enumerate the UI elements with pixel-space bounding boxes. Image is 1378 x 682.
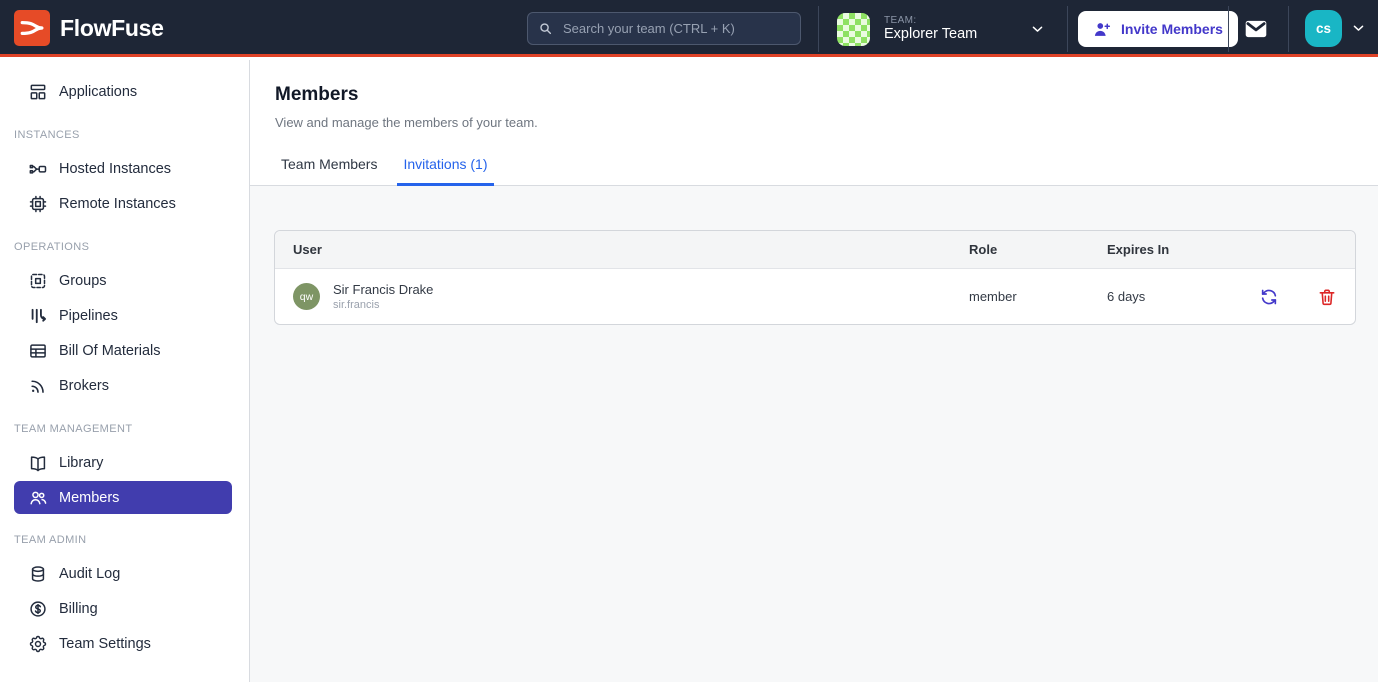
navbar-divider <box>818 6 819 52</box>
user-add-icon <box>1093 20 1112 39</box>
sidebar-item-brokers[interactable]: Brokers <box>0 368 249 403</box>
brand-name: FlowFuse <box>60 15 164 42</box>
sidebar-item-applications[interactable]: Applications <box>0 74 249 109</box>
sidebar-item-label: Billing <box>59 601 98 617</box>
search-box <box>527 12 801 45</box>
sidebar-item-billing[interactable]: Billing <box>0 591 249 626</box>
sidebar-item-label: Pipelines <box>59 308 118 324</box>
sidebar-item-label: Library <box>59 455 103 471</box>
row-actions <box>1259 287 1337 307</box>
user-menu[interactable]: cs <box>1305 10 1366 47</box>
tab-content: UserRoleExpires In qw Sir Francis Drake si… <box>250 186 1378 682</box>
top-navbar: FlowFuse TEAM: Explorer Team Invite Memb… <box>0 0 1378 57</box>
tab-team-members[interactable]: Team Members <box>275 147 383 186</box>
invite-expires-in: 6 days <box>1107 289 1259 304</box>
main-content: Members View and manage the members of y… <box>250 60 1378 682</box>
navbar-divider <box>1288 6 1289 52</box>
remote-instances-icon <box>28 194 48 214</box>
sidebar-item-label: Hosted Instances <box>59 161 171 177</box>
sidebar-section-label-instances: INSTANCES <box>14 129 235 141</box>
user-cell: qw Sir Francis Drake sir.francis <box>293 282 969 311</box>
member-avatar: qw <box>293 283 320 310</box>
team-label: TEAM: <box>884 15 977 27</box>
sidebar-item-pipelines[interactable]: Pipelines <box>0 298 249 333</box>
members-icon <box>28 488 48 508</box>
user-avatar: cs <box>1305 10 1342 47</box>
column-header-role: Role <box>969 242 1107 257</box>
resend-invite-button[interactable] <box>1259 287 1279 307</box>
sidebar-item-groups[interactable]: Groups <box>0 263 249 298</box>
sidebar-item-library[interactable]: Library <box>0 445 249 480</box>
chevron-down-icon <box>1030 22 1045 37</box>
sidebar-section-label-team-management: TEAM MANAGEMENT <box>14 423 235 435</box>
pipelines-icon <box>28 306 48 326</box>
sidebar-item-audit-log[interactable]: Audit Log <box>0 556 249 591</box>
sidebar: Applications INSTANCES Hosted Instances Rem… <box>0 60 250 682</box>
search-input[interactable] <box>561 20 790 37</box>
tab-invitations-1[interactable]: Invitations (1) <box>397 147 493 186</box>
bill-of-materials-icon <box>28 341 48 361</box>
invitation-row: qw Sir Francis Drake sir.francis member6 da… <box>275 269 1355 324</box>
chevron-down-icon <box>1351 21 1366 36</box>
team-avatar-icon <box>837 13 870 46</box>
notifications-button[interactable] <box>1243 16 1269 42</box>
member-role: member <box>969 289 1107 304</box>
member-username: sir.francis <box>333 299 433 311</box>
member-name: Sir Francis Drake <box>333 282 433 297</box>
sidebar-item-team-settings[interactable]: Team Settings <box>0 626 249 661</box>
sidebar-item-label: Remote Instances <box>59 196 176 212</box>
audit-log-icon <box>28 564 48 584</box>
sidebar-item-remote-instances[interactable]: Remote Instances <box>0 186 249 221</box>
applications-icon <box>28 82 48 102</box>
delete-invite-button[interactable] <box>1317 287 1337 307</box>
sidebar-section-label-team-admin: TEAM ADMIN <box>14 534 235 546</box>
brokers-icon <box>28 376 48 396</box>
sidebar-item-label: Groups <box>59 273 107 289</box>
sidebar-item-label: Applications <box>59 84 137 100</box>
delete-invite-icon <box>1317 287 1337 307</box>
invite-members-label: Invite Members <box>1121 21 1223 37</box>
team-name: Explorer Team <box>884 26 977 43</box>
groups-icon <box>28 271 48 291</box>
mail-icon <box>1243 16 1269 42</box>
hosted-instances-icon <box>28 159 48 179</box>
column-header-user: User <box>293 242 969 257</box>
flowfuse-brand[interactable]: FlowFuse <box>14 10 164 46</box>
sidebar-item-label: Team Settings <box>59 636 151 652</box>
search-icon <box>538 21 553 36</box>
sidebar-item-hosted-instances[interactable]: Hosted Instances <box>0 151 249 186</box>
billing-icon <box>28 599 48 619</box>
sidebar-section-label-operations: OPERATIONS <box>14 241 235 253</box>
sidebar-item-label: Bill Of Materials <box>59 343 161 359</box>
invite-members-button[interactable]: Invite Members <box>1078 11 1238 47</box>
team-settings-icon <box>28 634 48 654</box>
sidebar-item-label: Audit Log <box>59 566 120 582</box>
sidebar-item-members[interactable]: Members <box>14 481 232 514</box>
page-subtitle: View and manage the members of your team… <box>275 115 1354 130</box>
tab-bar: Team Members Invitations (1) <box>250 147 1378 186</box>
navbar-divider <box>1228 6 1229 52</box>
table-header-row: UserRoleExpires In <box>275 231 1355 269</box>
sidebar-item-bill-of-materials[interactable]: Bill Of Materials <box>0 333 249 368</box>
library-icon <box>28 453 48 473</box>
invitations-table: UserRoleExpires In qw Sir Francis Drake si… <box>274 230 1356 325</box>
navbar-divider <box>1067 6 1068 52</box>
column-header-expires-in: Expires In <box>1107 242 1259 257</box>
sidebar-item-label: Members <box>59 490 119 506</box>
sidebar-item-label: Brokers <box>59 378 109 394</box>
team-selector[interactable]: TEAM: Explorer Team <box>837 11 1053 47</box>
resend-invite-icon <box>1259 287 1279 307</box>
flowfuse-logo-icon <box>14 10 50 46</box>
page-title: Members <box>275 84 1354 106</box>
